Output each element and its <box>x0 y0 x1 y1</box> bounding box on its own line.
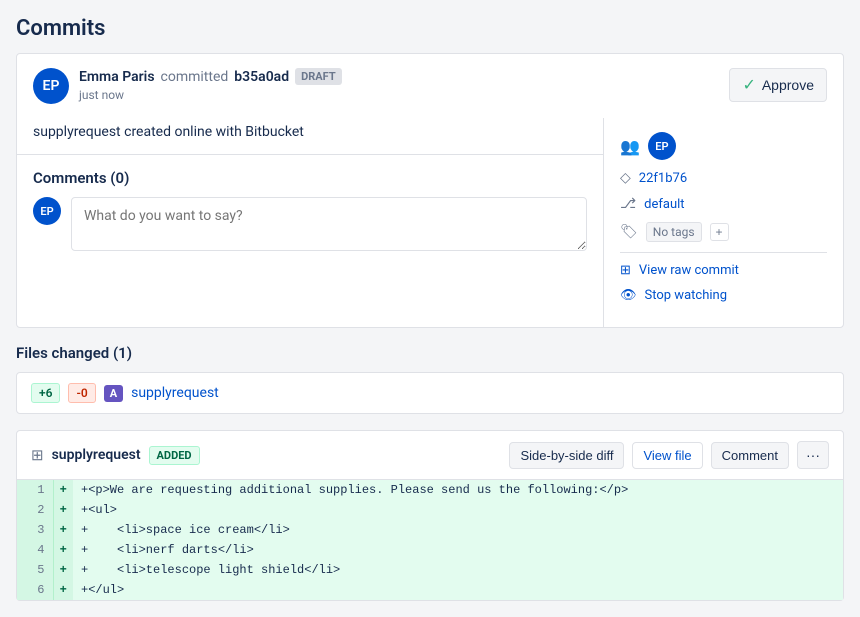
line-marker: + <box>53 540 73 560</box>
line-marker: + <box>53 500 73 520</box>
diff-line: 2 + +<ul> <box>17 500 843 520</box>
commit-meta: Emma Paris committed b35a0ad DRAFT just … <box>79 68 342 102</box>
comments-section: Comments (0) EP <box>17 155 603 265</box>
add-tag-button[interactable]: + <box>710 223 729 241</box>
line-code: +</ul> <box>73 580 843 600</box>
approve-button[interactable]: ✓ Approve <box>729 68 827 102</box>
commit-sidebar: 👥 EP ◇ 22f1b76 ⎇ default 🏷 No tags + ⊞ <box>603 118 843 327</box>
comments-header: Comments (0) <box>17 155 603 197</box>
commit-message-text: supplyrequest created online with Bitbuc… <box>33 124 304 140</box>
line-number: 1 <box>17 480 53 500</box>
raw-icon: ⊞ <box>620 263 631 278</box>
file-link[interactable]: supplyrequest <box>131 385 219 401</box>
commenter-avatar: EP <box>33 197 61 225</box>
diff-line: 5 + + <li>telescope light shield</li> <box>17 560 843 580</box>
more-options-button[interactable]: ··· <box>797 441 829 469</box>
diff-toolbar-right: Side-by-side diff View file Comment ··· <box>509 441 829 469</box>
files-list: +6 -0 A supplyrequest <box>16 372 844 414</box>
line-number: 2 <box>17 500 53 520</box>
diff-line: 4 + + <li>nerf darts</li> <box>17 540 843 560</box>
reviewer-avatars: EP <box>648 132 676 160</box>
diff-filename: supplyrequest <box>52 447 141 463</box>
line-number: 3 <box>17 520 53 540</box>
stop-watching-label: Stop watching <box>645 288 727 303</box>
commit-header-left: EP Emma Paris committed b35a0ad DRAFT ju… <box>33 68 342 104</box>
line-marker: + <box>53 560 73 580</box>
line-marker: + <box>53 480 73 500</box>
draft-badge: DRAFT <box>295 68 342 85</box>
eye-icon: 👁 <box>620 288 637 303</box>
commit-action: committed <box>161 69 229 85</box>
removed-lines-badge: -0 <box>68 383 95 403</box>
commit-meta-row: Emma Paris committed b35a0ad DRAFT <box>79 68 342 85</box>
page-title: Commits <box>16 16 844 41</box>
diamond-icon: ◇ <box>620 170 631 186</box>
commit-time: just now <box>79 88 342 102</box>
diff-line: 1 + +<p>We are requesting additional sup… <box>17 480 843 500</box>
check-icon: ✓ <box>742 75 755 95</box>
no-tags-label: No tags <box>646 222 702 242</box>
added-lines-badge: +6 <box>31 383 60 403</box>
approve-label: Approve <box>762 77 814 93</box>
branch-row: ⎇ default <box>620 196 827 212</box>
view-raw-label: View raw commit <box>639 263 739 278</box>
side-divider <box>620 252 827 253</box>
reviewer-row: 👥 EP <box>620 132 827 160</box>
diff-line: 3 + + <li>space ice cream</li> <box>17 520 843 540</box>
diff-card: ⊞ supplyrequest ADDED Side-by-side diff … <box>16 430 844 601</box>
view-file-button[interactable]: View file <box>632 442 702 469</box>
line-code: +<ul> <box>73 500 843 520</box>
comment-area: EP <box>17 197 603 265</box>
commit-header: EP Emma Paris committed b35a0ad DRAFT ju… <box>17 54 843 118</box>
line-marker: + <box>53 580 73 600</box>
comment-input[interactable] <box>71 197 587 251</box>
diff-table: 1 + +<p>We are requesting additional sup… <box>17 480 843 600</box>
line-number: 4 <box>17 540 53 560</box>
stop-watching-link[interactable]: 👁 Stop watching <box>620 288 827 303</box>
commit-ref-row: ◇ 22f1b76 <box>620 170 827 186</box>
file-type-badge: A <box>104 385 123 402</box>
line-code: + <li>nerf darts</li> <box>73 540 843 560</box>
commit-body: supplyrequest created online with Bitbuc… <box>17 118 843 327</box>
reviewer-avatar: EP <box>648 132 676 160</box>
comment-button[interactable]: Comment <box>711 442 789 469</box>
author-avatar: EP <box>33 68 69 104</box>
line-code: + <li>space ice cream</li> <box>73 520 843 540</box>
line-code: + <li>telescope light shield</li> <box>73 560 843 580</box>
tags-row: 🏷 No tags + <box>620 222 827 242</box>
view-raw-link[interactable]: ⊞ View raw commit <box>620 263 827 278</box>
commit-ref-link[interactable]: 22f1b76 <box>639 171 687 186</box>
diff-toolbar: ⊞ supplyrequest ADDED Side-by-side diff … <box>17 431 843 480</box>
commit-card: EP Emma Paris committed b35a0ad DRAFT ju… <box>16 53 844 328</box>
commit-hash: b35a0ad <box>234 69 289 85</box>
diff-line: 6 + +</ul> <box>17 580 843 600</box>
line-code: +<p>We are requesting additional supplie… <box>73 480 843 500</box>
line-marker: + <box>53 520 73 540</box>
files-section: Files changed (1) +6 -0 A supplyrequest <box>16 344 844 414</box>
line-number: 5 <box>17 560 53 580</box>
branch-icon: ⎇ <box>620 196 636 212</box>
author-name: Emma Paris <box>79 69 155 85</box>
files-header: Files changed (1) <box>16 344 844 362</box>
added-status-badge: ADDED <box>149 446 200 465</box>
diff-toolbar-left: ⊞ supplyrequest ADDED <box>31 446 200 465</box>
side-by-side-button[interactable]: Side-by-side diff <box>509 442 624 469</box>
line-number: 6 <box>17 580 53 600</box>
diff-file-icon: ⊞ <box>31 446 44 464</box>
reviewer-icon: 👥 <box>620 137 640 156</box>
tag-icon: 🏷 <box>620 224 638 240</box>
branch-link[interactable]: default <box>644 197 684 212</box>
commit-message: supplyrequest created online with Bitbuc… <box>17 118 603 155</box>
commit-main: supplyrequest created online with Bitbuc… <box>17 118 603 327</box>
